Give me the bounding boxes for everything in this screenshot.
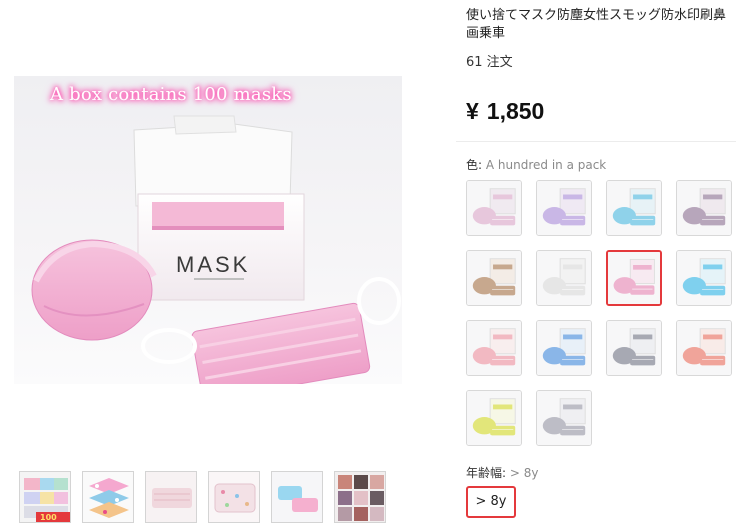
thumbnail-5[interactable] — [271, 471, 323, 523]
color-selector-label: 色: A hundred in a pack — [466, 156, 606, 173]
product-title-line2: 画乗車 — [466, 25, 506, 40]
color-swatch-5[interactable] — [466, 250, 522, 306]
color-label: 色: — [466, 158, 483, 172]
color-swatch-14[interactable] — [536, 390, 592, 446]
color-swatch-grid — [466, 180, 732, 446]
product-title: 使い捨てマスク防塵女性スモッグ防水印刷鼻 画乗車 — [466, 6, 736, 42]
mask-box-illustration: MASK — [31, 115, 401, 384]
age-selected-value: > 8y — [509, 466, 539, 480]
thumbnail-4[interactable] — [208, 471, 260, 523]
color-swatch-3[interactable] — [606, 180, 662, 236]
age-option-button[interactable]: > 8y — [466, 486, 516, 518]
order-count: 61 注文 — [466, 55, 513, 70]
product-price: ¥1,850 — [466, 98, 544, 125]
color-swatch-8[interactable] — [676, 250, 732, 306]
age-label: 年齢幅: — [466, 466, 507, 480]
product-title-line1: 使い捨てマスク防塵女性スモッグ防水印刷鼻 — [466, 7, 727, 22]
price-value: 1,850 — [486, 98, 545, 124]
color-swatch-1[interactable] — [466, 180, 522, 236]
color-swatch-10[interactable] — [536, 320, 592, 376]
thumbnail-6[interactable] — [334, 471, 386, 523]
age-selector-label: 年齢幅: > 8y — [466, 464, 538, 481]
color-swatch-13[interactable] — [466, 390, 522, 446]
color-swatch-11[interactable] — [606, 320, 662, 376]
thumbnail-1[interactable]: 100 — [19, 471, 71, 523]
divider — [456, 141, 736, 142]
color-swatch-6[interactable] — [536, 250, 592, 306]
thumbnail-badge: 100 — [40, 513, 57, 522]
image-caption: A box contains 100 masks — [50, 84, 292, 105]
color-swatch-4[interactable] — [676, 180, 732, 236]
color-swatch-7[interactable] — [606, 250, 662, 306]
thumbnail-2[interactable] — [82, 471, 134, 523]
color-swatch-2[interactable] — [536, 180, 592, 236]
currency-symbol: ¥ — [466, 98, 479, 124]
main-product-image: MASK A box contains 100 masks — [14, 76, 402, 384]
thumbnail-strip: 100 — [19, 471, 386, 523]
color-selected-value: A hundred in a pack — [485, 158, 607, 172]
box-label-text: MASK — [176, 252, 250, 277]
thumbnail-3[interactable] — [145, 471, 197, 523]
color-swatch-9[interactable] — [466, 320, 522, 376]
color-swatch-12[interactable] — [676, 320, 732, 376]
